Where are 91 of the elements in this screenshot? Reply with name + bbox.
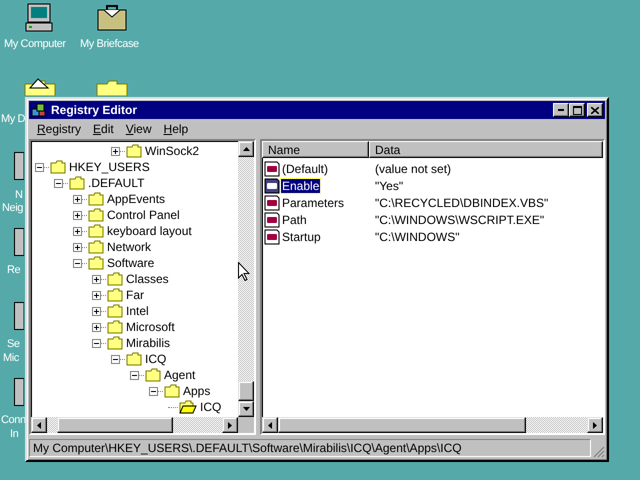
close-icon <box>591 106 599 114</box>
up-arrow-icon <box>242 147 250 151</box>
expand-toggle-icon[interactable] <box>73 226 82 236</box>
expand-toggle-icon[interactable] <box>92 274 101 284</box>
scroll-right-button[interactable] <box>587 417 603 433</box>
menu-item[interactable]: View <box>120 122 158 136</box>
down-arrow-icon <box>242 407 250 411</box>
icon-label: Mic <box>3 352 19 365</box>
tree-item[interactable]: Far <box>126 288 144 302</box>
computer-icon[interactable] <box>23 2 55 34</box>
expand-toggle-icon[interactable] <box>111 146 120 156</box>
icon-label: My D <box>1 113 26 126</box>
expand-toggle-icon[interactable] <box>92 306 101 316</box>
folder-icon[interactable] <box>24 76 56 96</box>
tree-item[interactable]: Network <box>107 240 152 254</box>
minimize-button[interactable] <box>553 103 569 117</box>
status-bar: My Computer\HKEY_USERS\.DEFAULT\Software\Mirabilis\ICQ\Agent\Apps\ICQ <box>29 438 591 456</box>
scroll-thumb[interactable] <box>278 417 526 433</box>
scroll-right-button[interactable] <box>222 417 238 433</box>
tree-item[interactable]: keyboard layout <box>107 224 192 238</box>
menu-item[interactable]: Edit <box>87 122 120 136</box>
tree-item[interactable]: Mirabilis <box>126 336 170 350</box>
collapse-toggle-icon[interactable] <box>149 386 158 396</box>
window-title: Registry Editor <box>51 103 138 117</box>
scroll-thumb[interactable] <box>238 381 254 401</box>
expand-toggle-icon[interactable] <box>73 194 82 204</box>
scroll-up-button[interactable] <box>238 141 254 157</box>
left-arrow-icon <box>37 422 41 428</box>
icon-label: In <box>10 428 18 441</box>
minimize-icon <box>558 109 564 111</box>
icon-label: Re <box>7 264 20 277</box>
tree-item[interactable]: Software <box>107 256 154 270</box>
tree-item[interactable]: ICQ <box>145 352 166 366</box>
value-name[interactable]: Enable <box>281 178 320 192</box>
column-header[interactable]: Name <box>262 141 369 158</box>
vertical-scrollbar[interactable] <box>238 141 254 417</box>
tree-item[interactable]: Classes <box>126 272 169 286</box>
tree-item[interactable]: Intel <box>126 304 149 318</box>
icon-label: Conn <box>1 414 26 427</box>
value-name[interactable]: (Default) <box>281 162 330 176</box>
tree-item[interactable]: Microsoft <box>126 320 175 334</box>
expand-toggle-icon[interactable] <box>73 210 82 220</box>
collapse-toggle-icon[interactable] <box>111 354 120 364</box>
column-header[interactable]: Data <box>369 141 603 158</box>
scroll-thumb[interactable] <box>57 417 173 433</box>
tree-item[interactable]: AppEvents <box>107 192 166 206</box>
value-data: (value not set) <box>374 162 452 176</box>
collapse-toggle-icon[interactable] <box>54 178 63 188</box>
collapse-toggle-icon[interactable] <box>35 162 44 172</box>
horizontal-scrollbar[interactable] <box>31 417 238 433</box>
scrollbar-corner <box>238 417 254 433</box>
expand-toggle-icon[interactable] <box>92 322 101 332</box>
icon-label: My Computer <box>4 38 66 51</box>
icon-label: Se <box>7 338 20 351</box>
mouse-pointer-icon <box>238 262 250 281</box>
resize-grip-icon[interactable] <box>593 446 605 458</box>
right-arrow-icon <box>228 422 232 428</box>
menu-item[interactable]: Registry <box>31 122 88 136</box>
value-data: "C:\WINDOWS\WSCRIPT.EXE" <box>374 212 546 226</box>
tree-item[interactable]: .DEFAULT <box>88 176 144 190</box>
value-name[interactable]: Startup <box>281 230 322 244</box>
horizontal-scrollbar[interactable] <box>262 417 603 433</box>
tree-item[interactable]: Control Panel <box>107 208 180 222</box>
tree-item[interactable]: HKEY_USERS <box>69 160 150 174</box>
close-button[interactable] <box>587 103 603 117</box>
tree-item[interactable]: Apps <box>183 384 210 398</box>
expand-toggle-icon[interactable] <box>73 242 82 252</box>
collapse-toggle-icon[interactable] <box>130 370 139 380</box>
value-data: "C:\RECYCLED\DBINDEX.VBS" <box>374 196 550 210</box>
left-arrow-icon <box>268 422 272 428</box>
collapse-toggle-icon[interactable] <box>92 338 101 348</box>
right-arrow-icon <box>593 422 597 428</box>
cubes-icon <box>31 102 47 118</box>
collapse-toggle-icon[interactable] <box>73 258 82 268</box>
value-name[interactable]: Parameters <box>281 196 346 210</box>
tree-item[interactable]: WinSock2 <box>145 144 200 158</box>
icon-label: My Briefcase <box>80 38 139 51</box>
scroll-left-button[interactable] <box>31 417 47 433</box>
tree-item[interactable]: Agent <box>164 368 196 382</box>
tree-item[interactable]: ICQ <box>200 400 222 414</box>
value-data: "C:\WINDOWS" <box>374 230 461 244</box>
menu-item[interactable]: Help <box>158 122 194 136</box>
value-data: "Yes" <box>374 178 404 192</box>
maximize-icon <box>572 106 582 114</box>
icon-label: Neig <box>2 202 24 215</box>
expand-toggle-icon[interactable] <box>92 290 101 300</box>
scroll-down-button[interactable] <box>238 401 254 417</box>
maximize-button[interactable] <box>569 103 585 117</box>
scroll-left-button[interactable] <box>262 417 278 433</box>
value-name[interactable]: Path <box>281 212 308 226</box>
icon-label: N <box>15 189 23 202</box>
